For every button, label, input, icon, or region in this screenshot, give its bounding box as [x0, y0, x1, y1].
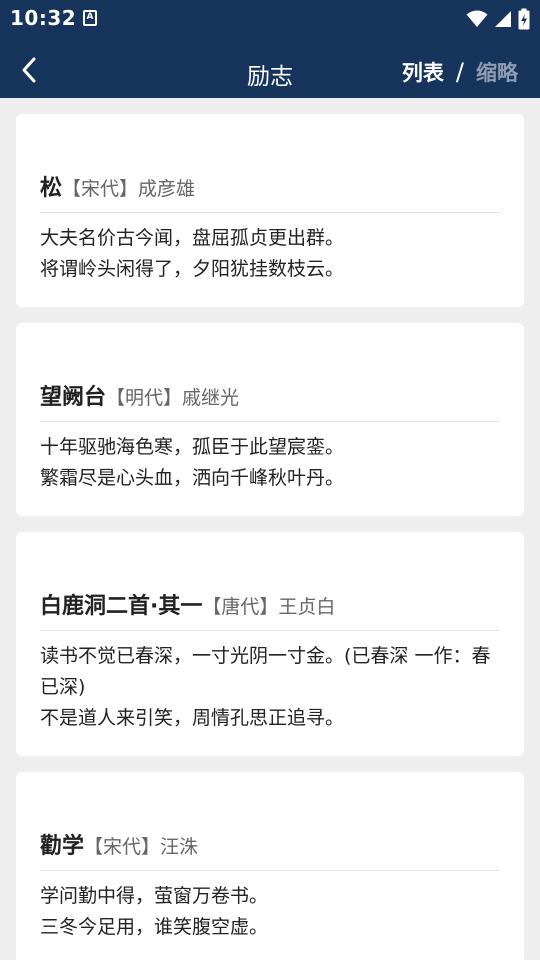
status-icons: [466, 8, 530, 30]
poem-dynasty-author: 【宋代】汪洙: [84, 836, 199, 858]
poem-body: 学问勤中得，萤窗万卷书。 三冬今足用，谁笑腹空虚。: [40, 871, 500, 960]
poem-line: 十年驱驰海色寒，孤臣于此望宸銮。: [40, 436, 345, 458]
notification-icon: A: [83, 10, 97, 26]
poem-body: 十年驱驰海色寒，孤臣于此望宸銮。 繁霜尽是心头血，洒向千峰秋叶丹。: [40, 422, 500, 516]
signal-icon: [495, 11, 511, 27]
poem-title: 白鹿洞二首·其一: [40, 594, 203, 619]
poem-dynasty-author: 【宋代】成彦雄: [62, 178, 196, 200]
poem-dynasty-author: 【唐代】王贞白: [202, 596, 336, 618]
poem-line: 不是道人来引笑，周情孔思正追寻。: [40, 707, 345, 729]
poem-header: 白鹿洞二首·其一 【唐代】王贞白: [40, 588, 500, 631]
poem-header: 勸学 【宋代】汪洙: [40, 828, 500, 871]
poem-title: 松: [40, 176, 63, 201]
view-toggle: 列表 / 缩略: [402, 57, 518, 87]
wifi-icon: [466, 10, 488, 27]
status-bar: 10:32 A: [0, 0, 540, 40]
poem-line: 学问勤中得，萤窗万卷书。: [40, 885, 269, 907]
tab-list-view[interactable]: 列表: [402, 57, 444, 87]
app-bar: 励志 列表 / 缩略: [0, 40, 540, 98]
poem-title: 勸学: [40, 834, 85, 859]
poem-list: 松 【宋代】成彦雄 大夫名价古今闻，盘屈孤贞更出群。 将谓岭头闲得了，夕阳犹挂数…: [16, 114, 524, 960]
poem-card[interactable]: 松 【宋代】成彦雄 大夫名价古今闻，盘屈孤贞更出群。 将谓岭头闲得了，夕阳犹挂数…: [16, 114, 524, 307]
poem-title: 望阙台: [40, 385, 107, 410]
poem-body: 读书不觉已春深，一寸光阴一寸金。(已春深 一作：春已深) 不是道人来引笑，周情孔…: [40, 631, 500, 756]
toggle-separator: /: [455, 58, 464, 86]
battery-charging-icon: [518, 8, 530, 30]
status-time: 10:32: [10, 6, 77, 30]
poem-header: 松 【宋代】成彦雄: [40, 170, 500, 213]
poem-header: 望阙台 【明代】戚继光: [40, 379, 500, 422]
poem-line: 读书不觉已春深，一寸光阴一寸金。(已春深 一作：春已深): [40, 645, 491, 698]
poem-card[interactable]: 望阙台 【明代】戚继光 十年驱驰海色寒，孤臣于此望宸銮。 繁霜尽是心头血，洒向千…: [16, 323, 524, 516]
poem-line: 繁霜尽是心头血，洒向千峰秋叶丹。: [40, 467, 345, 489]
poem-body: 大夫名价古今闻，盘屈孤贞更出群。 将谓岭头闲得了，夕阳犹挂数枝云。: [40, 213, 500, 307]
poem-card[interactable]: 勸学 【宋代】汪洙 学问勤中得，萤窗万卷书。 三冬今足用，谁笑腹空虚。: [16, 772, 524, 960]
tab-thumbnail-view[interactable]: 缩略: [476, 57, 518, 87]
poem-line: 大夫名价古今闻，盘屈孤贞更出群。: [40, 227, 345, 249]
poem-dynasty-author: 【明代】戚继光: [106, 387, 240, 409]
poem-line: 将谓岭头闲得了，夕阳犹挂数枝云。: [40, 258, 345, 280]
poem-card[interactable]: 白鹿洞二首·其一 【唐代】王贞白 读书不觉已春深，一寸光阴一寸金。(已春深 一作…: [16, 532, 524, 756]
poem-line: 三冬今足用，谁笑腹空虚。: [40, 916, 269, 938]
